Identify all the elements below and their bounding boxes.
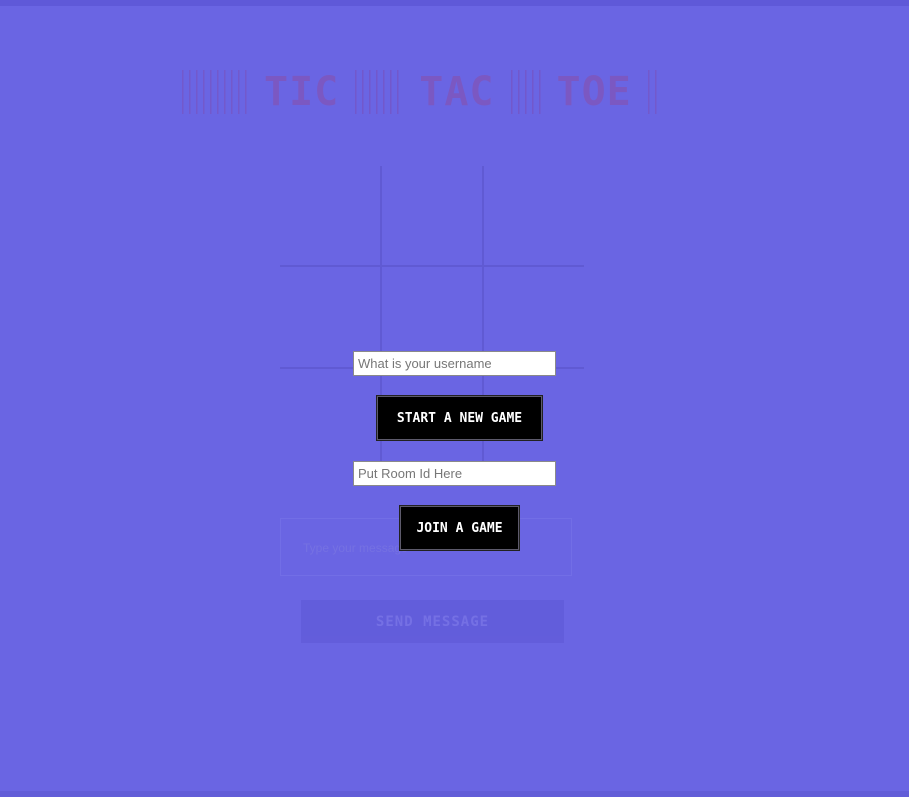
game-title: TIC TAC TOE <box>182 68 682 116</box>
title-bars-decoration <box>182 70 248 114</box>
title-bars-decoration <box>647 70 660 114</box>
title-word-tac: TAC <box>419 69 495 115</box>
board-line-horizontal-top <box>280 265 584 267</box>
title-word-tic: TIC <box>264 69 340 115</box>
join-game-button[interactable]: JOIN A GAME <box>400 506 519 550</box>
start-new-game-button[interactable]: START A NEW GAME <box>377 396 542 440</box>
bottom-border <box>0 791 909 797</box>
username-input[interactable] <box>353 351 556 376</box>
title-word-toe: TOE <box>556 69 632 115</box>
title-bars-decoration <box>355 70 404 114</box>
send-message-button[interactable]: SEND MESSAGE <box>301 600 564 643</box>
chat-placeholder: Type your message <box>303 541 408 555</box>
title-bars-decoration <box>510 70 541 114</box>
room-id-input[interactable] <box>353 461 556 486</box>
